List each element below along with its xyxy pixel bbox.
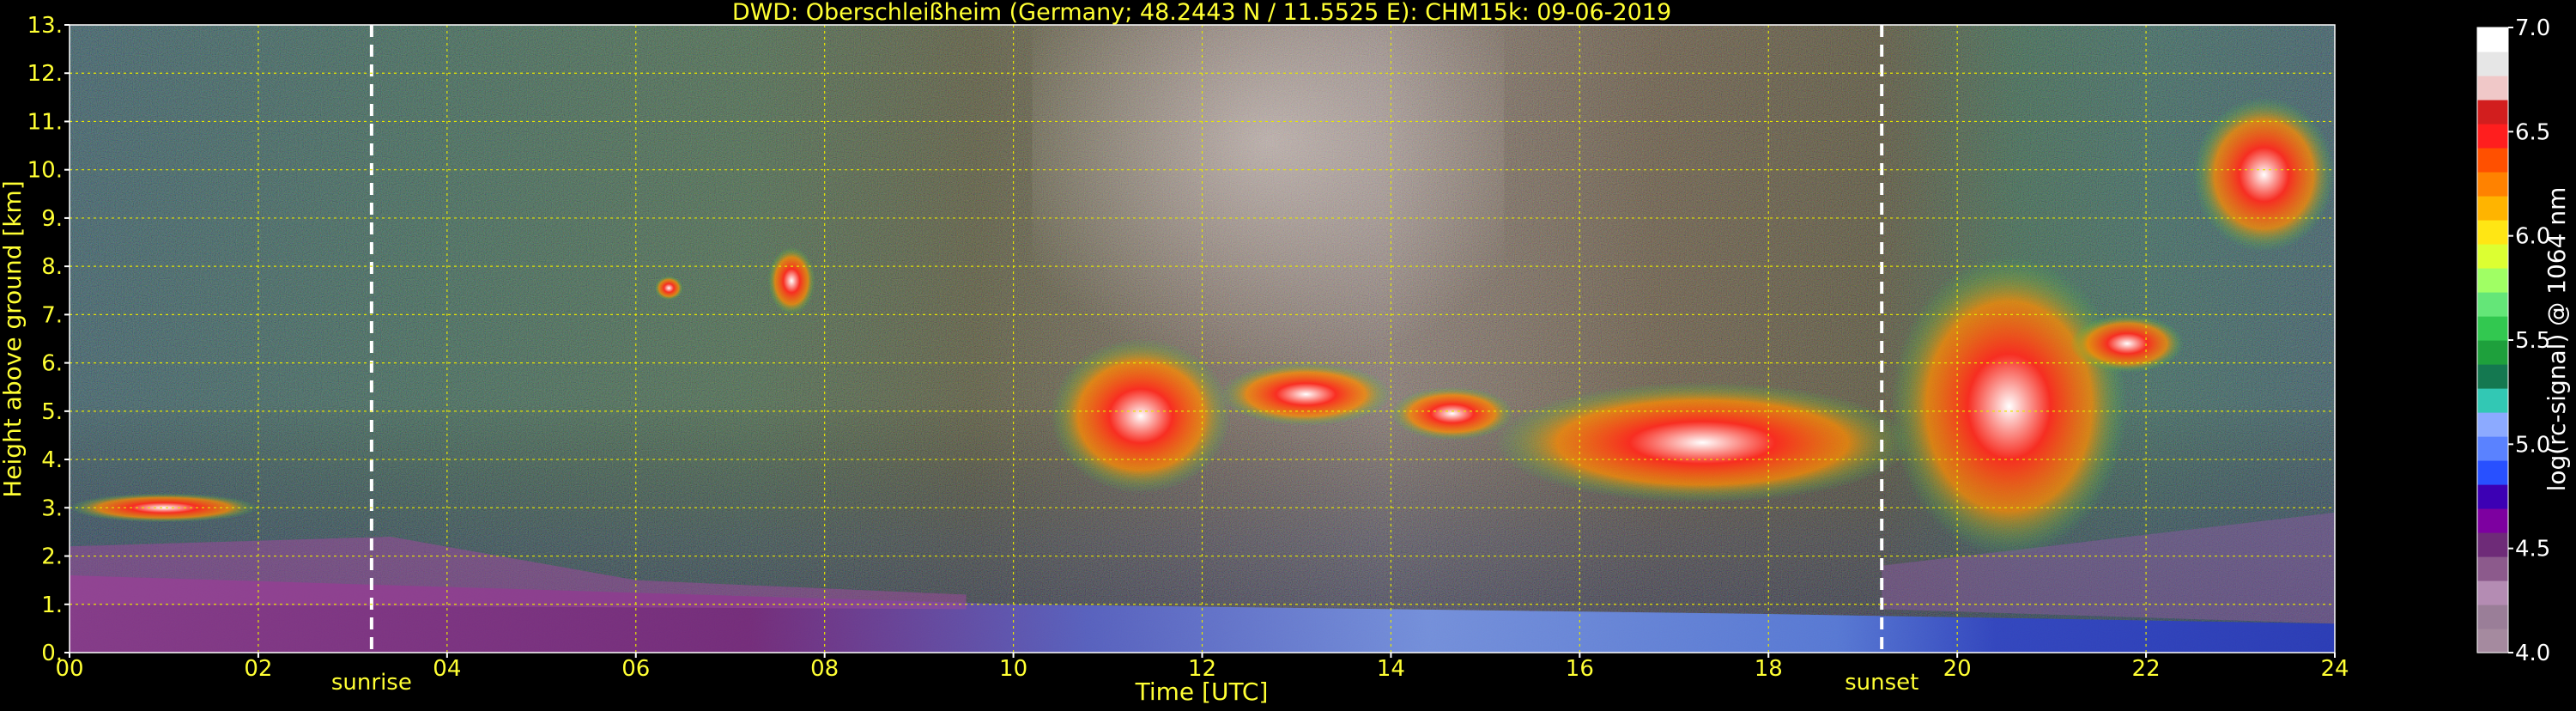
- y-tick-label: 9.: [41, 206, 63, 232]
- x-tick-label: 02: [244, 656, 272, 682]
- colorbar-tick-label: 4.0: [2515, 641, 2550, 666]
- chart-title: DWD: Oberschleißheim (Germany; 48.2443 N…: [732, 0, 1671, 26]
- x-tick-label: 14: [1377, 656, 1405, 682]
- x-tick-label: 24: [2320, 656, 2349, 682]
- colorbar-segment: [2477, 460, 2508, 485]
- colorbar-segment: [2477, 196, 2508, 221]
- y-tick-label: 5.: [41, 399, 63, 425]
- y-tick-label: 12.: [27, 61, 63, 87]
- cloud-feature: [1051, 338, 1231, 494]
- y-tick-label: 8.: [41, 254, 63, 280]
- cloud-feature: [654, 276, 683, 301]
- colorbar-tick-label: 6.5: [2515, 119, 2550, 145]
- x-tick-label: 06: [621, 656, 650, 682]
- x-tick-label: 22: [2132, 656, 2161, 682]
- cloud-feature: [767, 246, 815, 315]
- sunset-label: sunset: [1845, 670, 1918, 696]
- colorbar-segment: [2477, 316, 2508, 341]
- colorbar-segment: [2477, 268, 2508, 293]
- x-tick-label: 04: [433, 656, 461, 682]
- colorbar-segment: [2477, 340, 2508, 365]
- y-tick-label: 7.: [41, 302, 63, 328]
- cloud-feature: [2070, 314, 2185, 373]
- colorbar-tick-label: 4.5: [2515, 537, 2550, 562]
- colorbar-segment: [2477, 436, 2508, 461]
- colorbar-segment: [2477, 532, 2508, 557]
- y-tick-label: 6.: [41, 351, 63, 377]
- colorbar-segment: [2477, 605, 2508, 629]
- lidar-chart: sunrise sunset 00 02 04 06 08 10 12 14 16 18 20 22 24…: [0, 0, 2576, 708]
- colorbar-segment: [2477, 629, 2508, 653]
- y-tick-label: 1.: [41, 592, 63, 618]
- colorbar-segment: [2477, 124, 2508, 149]
- x-axis-label: Time [UTC]: [1135, 678, 1269, 706]
- cloud-feature: [1891, 256, 2128, 556]
- colorbar-segment: [2477, 76, 2508, 100]
- x-tick-label: 18: [1755, 656, 1783, 682]
- x-tick-label: 10: [999, 656, 1027, 682]
- colorbar-segment: [2477, 100, 2508, 125]
- y-tick-label: 13.: [27, 13, 63, 39]
- x-tick-label: 16: [1566, 656, 1594, 682]
- colorbar-segment: [2477, 27, 2508, 52]
- colorbar-segment: [2477, 244, 2508, 269]
- cloud-feature: [1391, 386, 1514, 441]
- colorbar-segment: [2477, 484, 2508, 509]
- colorbar-segment: [2477, 388, 2508, 413]
- x-tick-label: 20: [1943, 656, 1972, 682]
- chart-svg: sunrise sunset 00 02 04 06 08 10 12 14 16 18 20 22 24…: [0, 0, 2576, 708]
- colorbar-segment: [2477, 508, 2508, 533]
- colorbar-segment: [2477, 292, 2508, 317]
- y-tick-label: 10.: [27, 158, 63, 184]
- cloud-feature: [1494, 382, 1911, 503]
- y-tick-label: 3.: [41, 495, 63, 521]
- colorbar-label: log(rc-signal) @ 1064 nm: [2543, 187, 2571, 492]
- y-axis-label: Height above ground [km]: [0, 180, 27, 498]
- colorbar-segment: [2477, 364, 2508, 389]
- colorbar-segment: [2477, 220, 2508, 245]
- colorbar-segment: [2477, 580, 2508, 605]
- colorbar-tick-label: 7.0: [2515, 15, 2550, 41]
- colorbar-segment: [2477, 52, 2508, 76]
- colorbar-segment: [2477, 556, 2508, 581]
- cloud-feature: [69, 493, 258, 523]
- sunrise-label: sunrise: [331, 670, 412, 696]
- y-tick-label: 2.: [41, 544, 63, 570]
- y-tick-label: 11.: [27, 109, 63, 135]
- x-tick-label: 08: [810, 656, 839, 682]
- colorbar-segment: [2477, 412, 2508, 437]
- colorbar-segment: [2477, 148, 2508, 173]
- y-tick-label: 0.: [41, 641, 63, 666]
- colorbar-segment: [2477, 172, 2508, 197]
- y-tick-label: 4.: [41, 447, 63, 473]
- cloud-feature: [2193, 97, 2335, 252]
- cloud-feature: [1221, 362, 1391, 426]
